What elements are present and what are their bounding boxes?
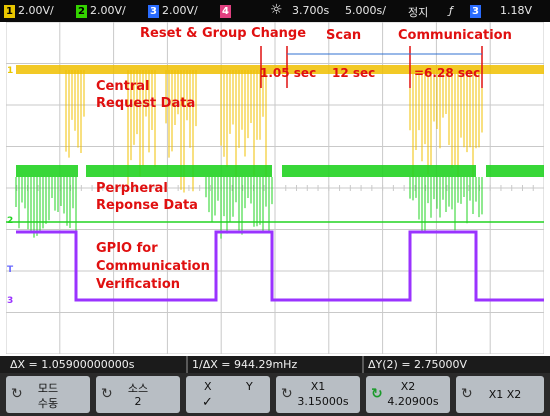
- trigger-level-marker: T: [7, 265, 14, 275]
- x2-cursor-softkey[interactable]: ↻ X2 4.20900s: [366, 376, 450, 413]
- channel-3-marker: 3: [7, 296, 13, 306]
- mode-label: 모드: [37, 382, 59, 395]
- status-bar: 1 2.00V/ 2 2.00V/ 3 2.00V/ 4 ☼ 3.700s 5.000…: [0, 0, 550, 22]
- delta-x-readout: ΔX = 1.05900000000s: [10, 358, 135, 371]
- trigger-level[interactable]: 3: [470, 4, 484, 18]
- mode-value: 수동: [37, 397, 59, 410]
- label-gpio-1: GPIO for: [96, 241, 158, 256]
- trigger-source-badge: 3: [470, 4, 481, 18]
- x1-cursor-softkey[interactable]: ↻ X1 3.15000s: [276, 376, 360, 413]
- label-peripheral-response-2: Reponse Data: [96, 198, 198, 213]
- label-gpio-3: Verification: [96, 277, 181, 292]
- source-value: 2: [134, 395, 142, 408]
- annotation-reset-group-change: Reset & Group Change: [140, 26, 307, 41]
- measurement-readout: ΔX = 1.05900000000s 1/ΔX = 944.29mHz ΔY(…: [0, 356, 550, 373]
- source-softkey[interactable]: ↻ 소스 2: [96, 376, 180, 413]
- x2-value: 4.20900s: [387, 395, 439, 408]
- channel-2-scale-value: 2.00V/: [90, 4, 126, 17]
- annotation-reset-duration: 1.05 sec: [260, 66, 317, 80]
- channel-2-marker: 2: [7, 216, 13, 226]
- channel-1-badge: 1: [4, 4, 15, 18]
- channel-1-scale-value: 2.00V/: [18, 4, 54, 17]
- label-peripheral-response-1: Perpheral: [96, 181, 168, 196]
- annotation-communication-duration: =6.28 sec: [414, 66, 481, 80]
- time-reference-icon: ☼: [270, 2, 283, 18]
- inverse-delta-x-readout: 1/ΔX = 944.29mHz: [192, 358, 298, 371]
- peripheral-trace-band: [86, 165, 272, 177]
- channel-3-scale[interactable]: 3 2.00V/: [148, 4, 198, 18]
- trigger-level-value[interactable]: 1.18V: [500, 4, 532, 17]
- mode-softkey[interactable]: ↻ 모드 수동: [6, 376, 90, 413]
- annotation-communication: Communication: [398, 28, 512, 43]
- waveform-screen: 1 2 T 3 Reset & Group Change Scan Communica…: [6, 22, 544, 354]
- softkey-bar: ↻ 모드 수동 ↻ 소스 2 X Y ✓ ↻ X1 3.15000s ↻ X2 …: [0, 373, 550, 416]
- time-position[interactable]: 3.700s: [292, 4, 329, 17]
- readout-divider: [186, 356, 188, 373]
- x1-x2-softkey[interactable]: ↻ X1 X2: [456, 376, 544, 413]
- x-label: X: [204, 380, 212, 393]
- x2-label: X2: [400, 380, 416, 393]
- x1-value: 3.15000s: [297, 395, 349, 408]
- channel-2-scale[interactable]: 2 2.00V/: [76, 4, 126, 18]
- x1-x2-label: X1 X2: [488, 388, 522, 401]
- oscilloscope-display: 1 2.00V/ 2 2.00V/ 3 2.00V/ 4 ☼ 3.700s 5.000…: [0, 0, 550, 416]
- label-central-request-1: Central: [96, 79, 150, 94]
- checkmark-icon: ✓: [202, 395, 213, 410]
- source-label: 소스: [127, 382, 149, 395]
- channel-1-scale[interactable]: 1 2.00V/: [4, 4, 54, 18]
- time-scale[interactable]: 5.000s/: [345, 4, 386, 17]
- peripheral-trace-band: [486, 165, 544, 177]
- channel-3-scale-value: 2.00V/: [162, 4, 198, 17]
- x1-label: X1: [310, 380, 326, 393]
- rising-edge-icon: ƒ: [449, 4, 453, 17]
- annotation-scan-duration: 12 sec: [332, 66, 376, 80]
- channel-3-badge: 3: [148, 4, 159, 18]
- peripheral-trace-band: [282, 165, 476, 177]
- xy-softkey[interactable]: X Y ✓: [186, 376, 270, 413]
- channel-2-badge: 2: [76, 4, 87, 18]
- peripheral-trace-band: [16, 165, 78, 177]
- annotation-scan: Scan: [326, 28, 362, 43]
- label-central-request-2: Request Data: [96, 96, 196, 111]
- label-gpio-2: Communication: [96, 259, 210, 274]
- channel-1-marker: 1: [7, 66, 13, 76]
- channel-4-scale[interactable]: 4: [220, 4, 234, 18]
- run-state: 정지: [408, 6, 429, 19]
- readout-divider: [362, 356, 364, 373]
- y-label: Y: [246, 380, 253, 393]
- channel-4-badge: 4: [220, 4, 231, 18]
- delta-y-readout: ΔY(2) = 2.75000V: [368, 358, 468, 371]
